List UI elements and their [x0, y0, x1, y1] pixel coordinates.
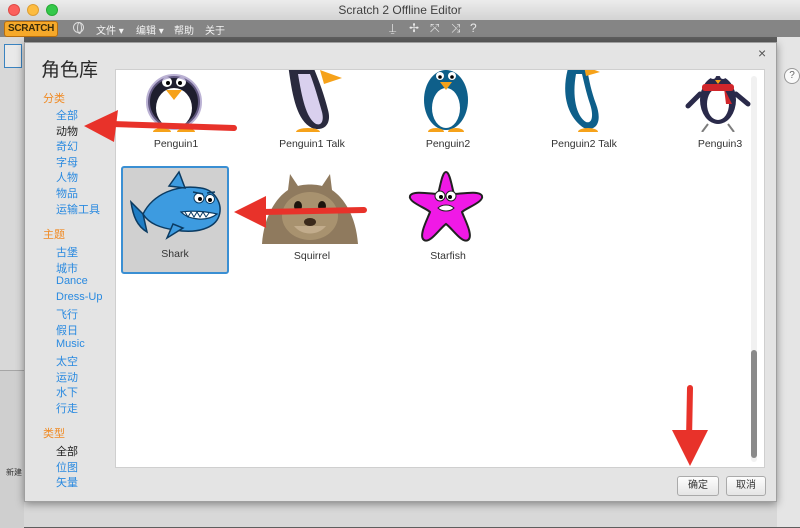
sprite-tile-penguin1[interactable]: Penguin1	[122, 70, 230, 162]
sprite-tile-shark[interactable]: Shark	[121, 166, 229, 274]
close-icon[interactable]: ×	[758, 45, 766, 61]
menu-edit[interactable]: 编辑 ▾	[136, 22, 164, 37]
theme-holiday[interactable]: 假日	[56, 322, 78, 338]
category-fantasy[interactable]: 奇幻	[56, 138, 78, 154]
type-heading: 类型	[43, 428, 65, 440]
penguin-icon	[565, 70, 600, 132]
category-letters[interactable]: 字母	[56, 154, 78, 170]
squirrel-icon	[262, 174, 358, 244]
new-sprite-label: 新建	[6, 468, 22, 477]
theme-dance[interactable]: Dance	[56, 275, 88, 287]
scratch-logo[interactable]: SCRATCH	[4, 21, 59, 37]
sprite-label: Penguin2 Talk	[551, 138, 617, 150]
type-all[interactable]: 全部	[56, 443, 78, 459]
globe-icon[interactable]	[73, 22, 84, 34]
theme-music[interactable]: Music	[56, 338, 85, 350]
grow-icon[interactable]: ⤧	[430, 21, 440, 35]
cut-icon[interactable]: ✢	[409, 21, 419, 35]
shrink-icon[interactable]: ⤨	[451, 21, 461, 35]
theme-sports[interactable]: 运动	[56, 369, 78, 385]
menu-help[interactable]: 帮助	[174, 22, 194, 37]
sprite-label: Penguin1	[153, 138, 199, 150]
category-transportation[interactable]: 运输工具	[56, 201, 100, 217]
theme-space[interactable]: 太空	[56, 353, 78, 369]
menu-bar: SCRATCH 文件 ▾ 编辑 ▾ 帮助 关于 ⍊ ✢ ⤧ ⤨ ?	[0, 20, 800, 37]
type-vector[interactable]: 矢量	[56, 474, 78, 490]
window-titlebar: Scratch 2 Offline Editor	[0, 0, 800, 21]
window-title: Scratch 2 Offline Editor	[338, 3, 462, 17]
type-bitmap[interactable]: 位图	[56, 459, 78, 475]
category-people[interactable]: 人物	[56, 169, 78, 185]
stage-panel-background	[0, 370, 24, 528]
sprite-tile-squirrel[interactable]: Squirrel	[258, 166, 366, 274]
sprite-label: Penguin1 Talk	[279, 138, 345, 150]
theme-dress-up[interactable]: Dress-Up	[56, 291, 102, 303]
theme-heading: 主题	[43, 229, 65, 241]
menu-file[interactable]: 文件 ▾	[96, 22, 124, 37]
sprite-grid[interactable]: Penguin1 Penguin1 Talk Penguin2 Penguin2…	[115, 69, 765, 468]
help-icon[interactable]: ?	[784, 68, 800, 84]
penguin-icon	[424, 70, 468, 132]
sprite-label: Squirrel	[293, 250, 331, 262]
theme-underwater[interactable]: 水下	[56, 384, 78, 400]
category-things[interactable]: 物品	[56, 185, 78, 201]
scripts-area-background	[777, 37, 800, 527]
category-heading: 分类	[43, 93, 65, 105]
sprite-label: Starfish	[430, 250, 466, 262]
theme-castle[interactable]: 古堡	[56, 244, 78, 260]
category-animals[interactable]: 动物	[56, 123, 78, 139]
sprite-tile-starfish[interactable]: Starfish	[394, 166, 502, 274]
bottom-area-background	[24, 502, 777, 527]
starfish-icon	[408, 170, 484, 242]
sprite-label: Penguin2	[425, 138, 471, 150]
menu-about[interactable]: 关于	[205, 22, 225, 37]
shark-icon	[129, 170, 221, 240]
sprite-tile-penguin2[interactable]: Penguin2	[394, 70, 502, 162]
ok-button[interactable]: 确定	[677, 476, 719, 496]
sprite-thumbnail[interactable]	[4, 44, 22, 68]
cancel-button[interactable]: 取消	[726, 476, 766, 496]
sprite-label: Shark	[161, 248, 189, 260]
sprite-tile-penguin1-talk[interactable]: Penguin1 Talk	[258, 70, 366, 162]
theme-city[interactable]: 城市	[56, 260, 78, 276]
stamp-icon[interactable]: ⍊	[389, 21, 396, 35]
theme-walking[interactable]: 行走	[56, 400, 78, 416]
category-all[interactable]: 全部	[56, 107, 78, 123]
sprite-tile-penguin2-talk[interactable]: Penguin2 Talk	[530, 70, 638, 162]
theme-flying[interactable]: 飞行	[56, 306, 78, 322]
dialog-title: 角色库	[41, 60, 99, 81]
penguin-icon	[288, 70, 342, 132]
penguin-icon	[146, 74, 202, 132]
sprite-library-dialog: 角色库 × 分类 全部 动物 奇幻 字母 人物 物品 运输工具 主题 古堡 城市…	[24, 42, 777, 502]
help-tool-icon[interactable]: ?	[470, 21, 477, 35]
scrollbar-thumb[interactable]	[751, 350, 757, 458]
